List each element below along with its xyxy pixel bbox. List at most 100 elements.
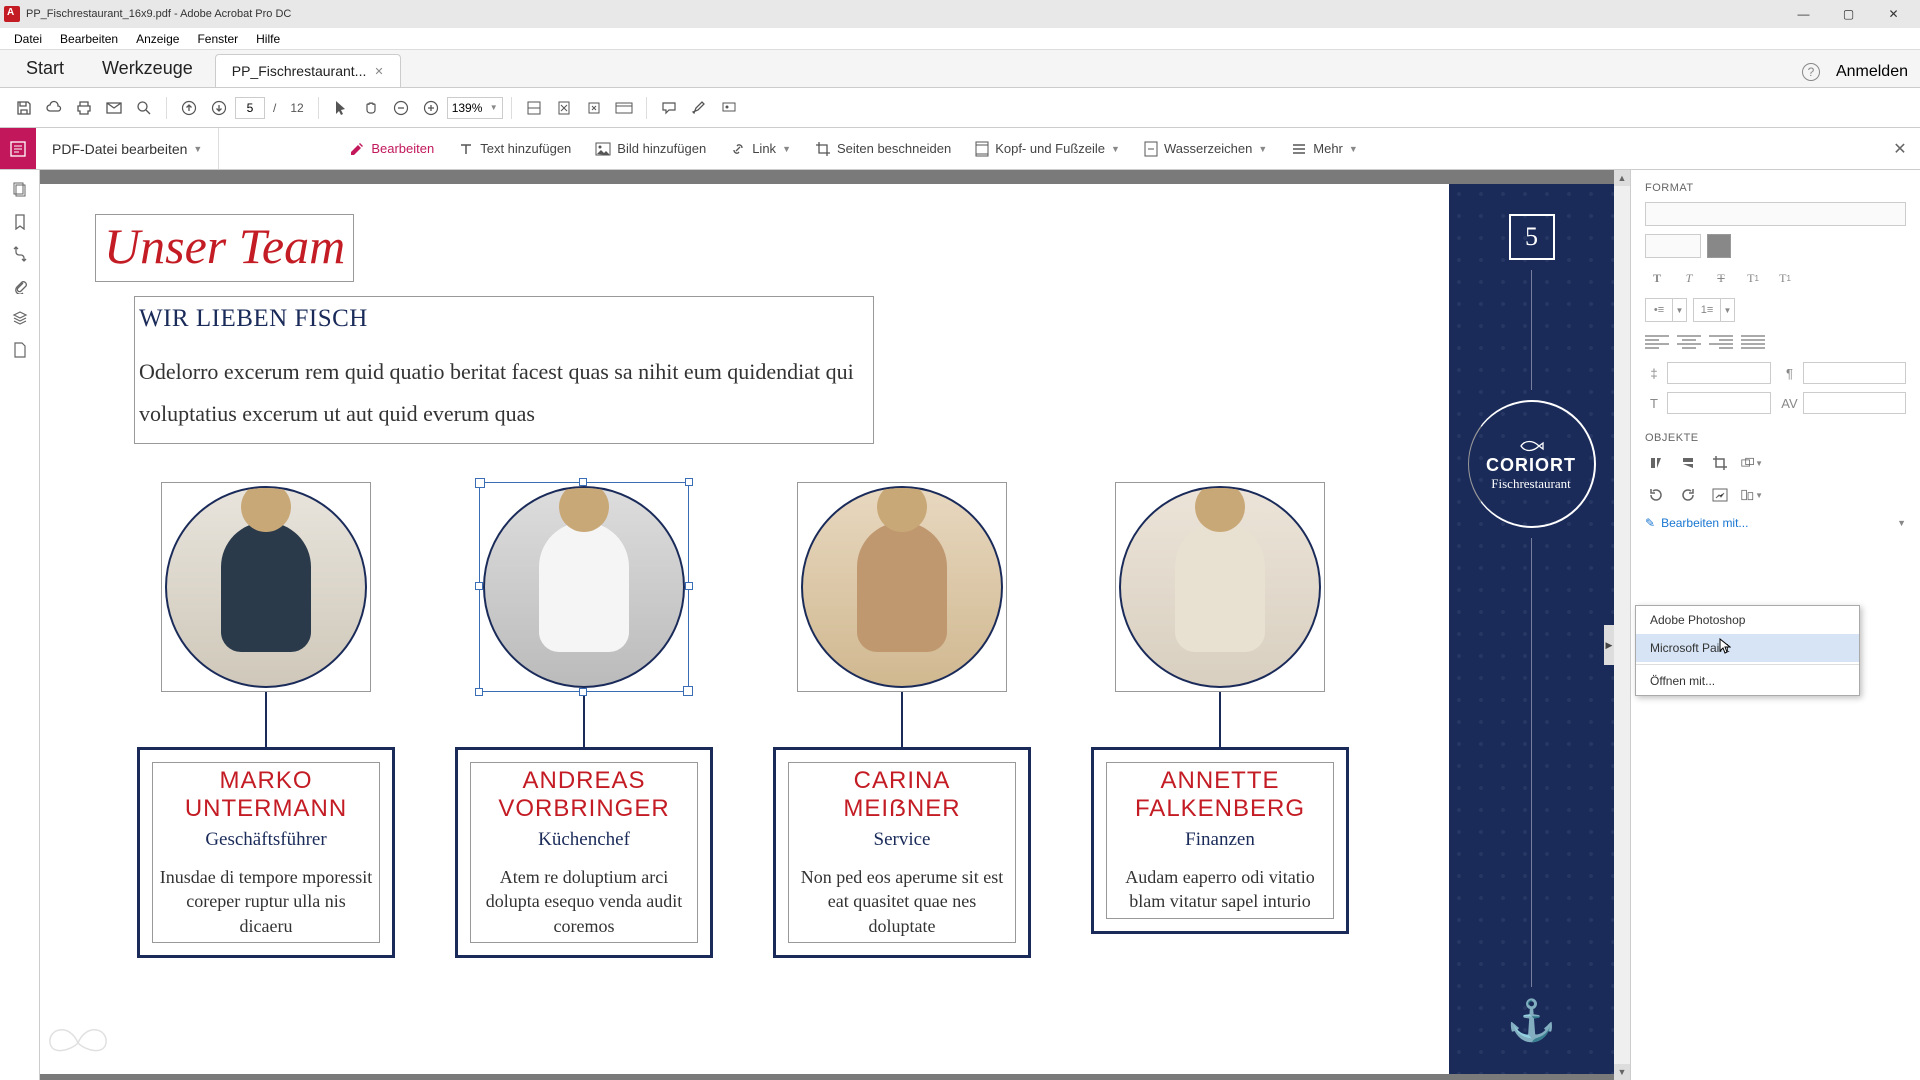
avatar-frame[interactable]: [797, 482, 1007, 692]
superscript-button[interactable]: T1: [1741, 266, 1765, 290]
fit-page-icon[interactable]: [550, 94, 578, 122]
rotate-cw-button[interactable]: [1677, 484, 1699, 506]
zoom-select[interactable]: 139%▼: [447, 97, 503, 119]
fish-icon: [1517, 437, 1545, 455]
avatar-frame[interactable]: [161, 482, 371, 692]
align-left-button[interactable]: [1645, 330, 1669, 354]
minimize-button[interactable]: —: [1781, 0, 1826, 28]
doc-heading[interactable]: Unser Team: [95, 214, 354, 282]
action-add-text[interactable]: Text hinzufügen: [448, 135, 581, 163]
font-size-select[interactable]: [1645, 234, 1701, 258]
scroll-down-icon[interactable]: ▼: [1614, 1064, 1630, 1080]
thumbnails-icon[interactable]: [8, 178, 32, 202]
avatar-frame[interactable]: [1115, 482, 1325, 692]
close-button[interactable]: ✕: [1871, 0, 1916, 28]
bold-button[interactable]: T: [1645, 266, 1669, 290]
flip-vertical-button[interactable]: [1645, 452, 1667, 474]
avatar-frame-selected[interactable]: [479, 482, 689, 692]
fit-width-icon[interactable]: [520, 94, 548, 122]
cloud-icon[interactable]: [40, 94, 68, 122]
italic-button[interactable]: T: [1677, 266, 1701, 290]
doc-text-block[interactable]: WIR LIEBEN FISCH Odelorro excerum rem qu…: [134, 296, 874, 444]
replace-image-button[interactable]: [1709, 484, 1731, 506]
save-icon[interactable]: [10, 94, 38, 122]
collapse-right-handle[interactable]: ▶: [1604, 625, 1614, 665]
tab-close-icon[interactable]: ✕: [374, 65, 383, 78]
help-icon[interactable]: ?: [1802, 63, 1820, 81]
stamp-icon[interactable]: [715, 94, 743, 122]
action-add-image[interactable]: Bild hinzufügen: [585, 135, 716, 162]
arrange-button[interactable]: ▼: [1741, 452, 1763, 474]
view-mode-icon[interactable]: [610, 94, 638, 122]
vertical-scrollbar[interactable]: ▲ ▼: [1614, 170, 1630, 1080]
hand-icon[interactable]: [357, 94, 385, 122]
align-right-button[interactable]: [1709, 330, 1733, 354]
edit-toolbar-close[interactable]: ✕: [1880, 128, 1920, 169]
dropdown-item-open-with[interactable]: Öffnen mit...: [1636, 667, 1859, 695]
member-card[interactable]: MARKOUNTERMANN Geschäftsführer Inusdae d…: [137, 747, 395, 958]
layers-icon[interactable]: [8, 306, 32, 330]
menu-file[interactable]: Datei: [6, 30, 50, 48]
page-separator: /: [273, 101, 276, 115]
maximize-button[interactable]: ▢: [1826, 0, 1871, 28]
tab-start[interactable]: Start: [10, 50, 80, 87]
menu-window[interactable]: Fenster: [189, 30, 246, 48]
rotate-icon[interactable]: [580, 94, 608, 122]
horizontal-scale-input[interactable]: [1667, 392, 1771, 414]
zoom-in-icon[interactable]: [417, 94, 445, 122]
menu-help[interactable]: Hilfe: [248, 30, 288, 48]
highlight-icon[interactable]: [685, 94, 713, 122]
action-link[interactable]: Link ▼: [720, 135, 801, 163]
zoom-out-icon[interactable]: [387, 94, 415, 122]
font-color-swatch[interactable]: [1707, 234, 1731, 258]
member-card[interactable]: ANNETTEFALKENBERG Finanzen Audam eaperro…: [1091, 747, 1349, 934]
number-list-button[interactable]: 1≡▼: [1693, 298, 1735, 322]
action-crop[interactable]: Seiten beschneiden: [805, 135, 961, 163]
attachments-icon[interactable]: [8, 274, 32, 298]
align-justify-button[interactable]: [1741, 330, 1765, 354]
prev-page-icon[interactable]: [175, 94, 203, 122]
rotate-ccw-button[interactable]: [1645, 484, 1667, 506]
action-more[interactable]: Mehr ▼: [1281, 135, 1368, 162]
kerning-input[interactable]: [1803, 392, 1907, 414]
document-canvas[interactable]: Unser Team WIR LIEBEN FISCH Odelorro exc…: [40, 170, 1630, 1080]
line-spacing-input[interactable]: [1667, 362, 1771, 384]
align-objects-button[interactable]: ▼: [1741, 484, 1763, 506]
font-family-select[interactable]: [1645, 202, 1906, 226]
crop-button[interactable]: [1709, 452, 1731, 474]
flow-icon[interactable]: [8, 242, 32, 266]
next-page-icon[interactable]: [205, 94, 233, 122]
bookmarks-icon[interactable]: [8, 210, 32, 234]
menu-edit[interactable]: Bearbeiten: [52, 30, 126, 48]
action-edit[interactable]: Bearbeiten: [339, 135, 444, 163]
page-input[interactable]: [235, 97, 265, 119]
dropdown-item-photoshop[interactable]: Adobe Photoshop: [1636, 606, 1859, 634]
mail-icon[interactable]: [100, 94, 128, 122]
page-icon[interactable]: [8, 338, 32, 362]
menu-view[interactable]: Anzeige: [128, 30, 187, 48]
member-card[interactable]: CARINAMEIẞNER Service Non ped eos aperum…: [773, 747, 1031, 958]
flip-horizontal-button[interactable]: [1677, 452, 1699, 474]
print-icon[interactable]: [70, 94, 98, 122]
scroll-up-icon[interactable]: ▲: [1614, 170, 1630, 186]
pointer-icon[interactable]: [327, 94, 355, 122]
action-watermark[interactable]: Wasserzeichen ▼: [1134, 135, 1277, 163]
search-icon[interactable]: [130, 94, 158, 122]
sign-in-link[interactable]: Anmelden: [1836, 63, 1908, 81]
tab-tools[interactable]: Werkzeuge: [86, 50, 209, 87]
member-card[interactable]: ANDREASVORBRINGER Küchenchef Atem re dol…: [455, 747, 713, 958]
brand-logo[interactable]: CORIORT Fischrestaurant: [1468, 400, 1596, 528]
tab-document[interactable]: PP_Fischrestaurant... ✕: [215, 54, 401, 87]
align-center-button[interactable]: [1677, 330, 1701, 354]
underline-button[interactable]: T: [1709, 266, 1733, 290]
edit-mode-indicator[interactable]: [0, 128, 36, 169]
paragraph-spacing-input[interactable]: [1803, 362, 1907, 384]
edit-title[interactable]: PDF-Datei bearbeiten ▼: [36, 128, 219, 169]
member-role: Finanzen: [1113, 829, 1327, 851]
edit-with-button[interactable]: ✎ Bearbeiten mit... ▼: [1645, 516, 1906, 530]
bullet-list-button[interactable]: •≡▼: [1645, 298, 1687, 322]
action-header-footer[interactable]: Kopf- und Fußzeile ▼: [965, 135, 1130, 163]
dropdown-item-paint[interactable]: Microsoft Paint: [1636, 634, 1859, 662]
subscript-button[interactable]: T1: [1773, 266, 1797, 290]
comment-icon[interactable]: [655, 94, 683, 122]
